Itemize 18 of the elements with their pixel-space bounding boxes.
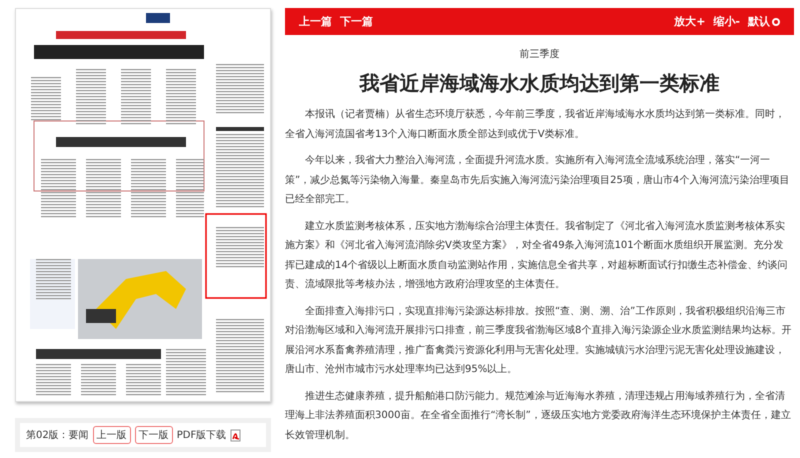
article-paragraph: 全面排查入海排污口，实现直排海污染源达标排放。按照“查、测、溯、治”工作原则，我省积极组织沿海三市对沿渤海区域和入海河流开展排污口排查，前三季度我省渤海区域8个直排入海污染源企业水质监测结果均达标。开展沿河水系畜禽养殖清理，推广畜禽粪污资源化利用与无害化处理。实施城镇污水治理污泥无害化处理设施建设，唐山市、沧州市城市污水处理率均已达到95%以上。 xyxy=(285,304,792,377)
article-paragraph: 建立水质监测考核体系，压实地方渤海综合治理主体责任。我省制定了《河北省入海河流水质监测考核体系实施方案》和《河北省入海河流消除劣Ⅴ类攻坚方案》，对全省49条入海河流101个断面水质组织开展监测。充分发挥已建成的14个省级以上断面水质自动监测站作用，实施信息全省共享，对超标断面试行扣缴生态补偿金、约谈问责、流域限批等考核办法，增强地方政府治理攻坚的主体责任。 xyxy=(285,220,789,292)
pdf-icon[interactable] xyxy=(230,428,242,442)
previous-page-button[interactable]: 上一版 xyxy=(92,426,131,444)
pdf-download-link[interactable]: PDF版下载 xyxy=(176,428,226,442)
circle-icon xyxy=(772,18,780,26)
zoom-in-button[interactable]: 放大+ xyxy=(674,14,706,29)
article-title: 我省近岸海域海水水质均达到第一类标准 xyxy=(358,70,720,97)
edition-label: 第02版：要闻 xyxy=(26,429,89,442)
article-kicker: 前三季度 xyxy=(518,48,560,61)
zoom-out-button[interactable]: 缩小- xyxy=(713,14,740,29)
default-size-button[interactable]: 默认 xyxy=(748,14,780,29)
next-article-button[interactable]: 下一篇 xyxy=(340,14,373,29)
article-paragraph: 推进生态健康养殖，提升船舶港口防污能力。规范滩涂与近海海水养殖，清理违规占用海域养殖行为，全省清理海上非法养殖面积3000亩。在全省全面推行“湾长制”，逐级压实地方党委政府海洋生态环境保护主体责任，建立长效管理机制。 xyxy=(285,390,792,442)
next-page-button[interactable]: 下一版 xyxy=(134,426,173,444)
previous-article-button[interactable]: 上一篇 xyxy=(299,14,332,29)
article-paragraph: 本报讯（记者贾楠）从省生态环境厅获悉，今年前三季度，我省近岸海域海水水质均达到第一类标准。同时，全省入海河流国省考13个入海口断面水质全部达到或优于Ⅴ类标准。 xyxy=(285,108,786,142)
article-paragraph: 今年以来，我省大力整治入海河流，全面提升河流水质。实施所有入海河流全流域系统治理，落实“一河一策”，减少总氮等污染物入海量。秦皇岛市先后实施入海河流污染治理项目25项，唐山市4个入海河流污染治理项目已经全部完工。 xyxy=(285,154,790,207)
